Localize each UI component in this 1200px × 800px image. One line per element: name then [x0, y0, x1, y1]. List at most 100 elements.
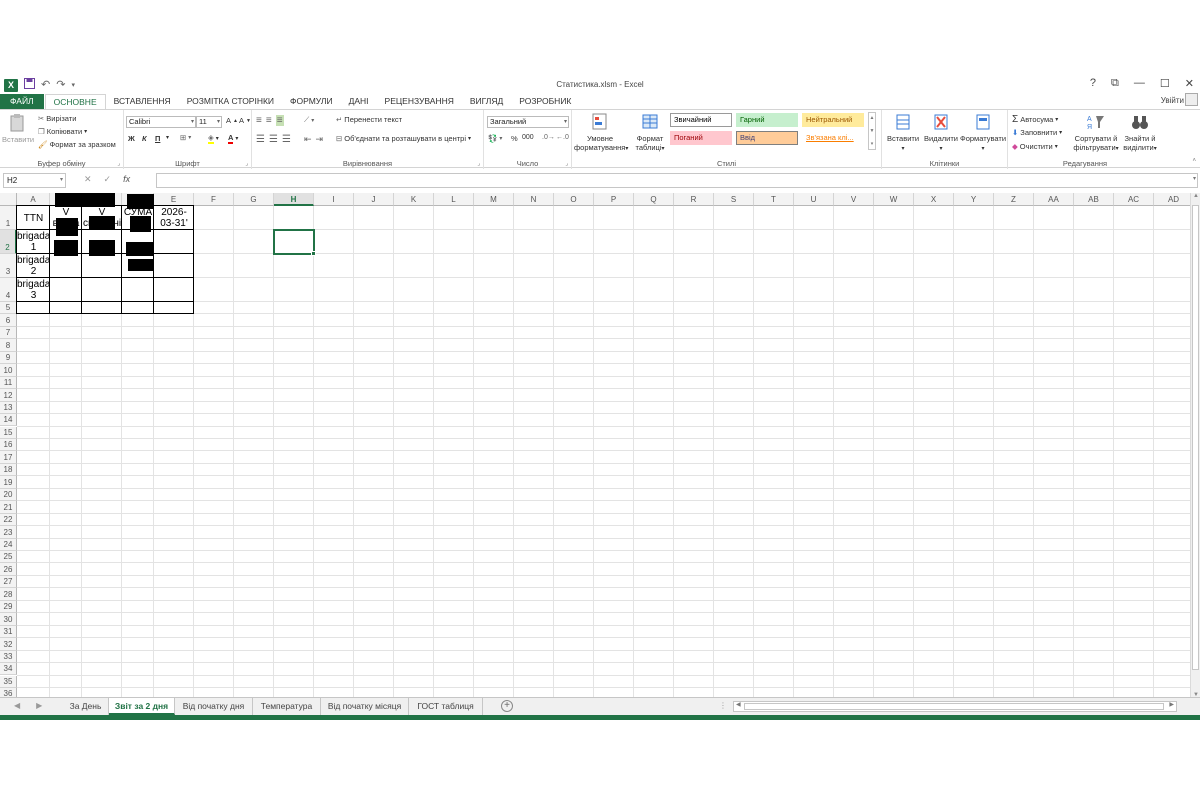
row-header[interactable]: 20: [0, 488, 17, 502]
tab-1[interactable]: ОСНОВНЕ: [44, 94, 106, 109]
row-header[interactable]: 32: [0, 638, 17, 651]
tab-0[interactable]: ФАЙЛ: [0, 94, 44, 109]
select-all-corner[interactable]: [0, 193, 17, 206]
column-header[interactable]: L: [434, 193, 474, 206]
column-header[interactable]: O: [554, 193, 594, 206]
comma-style-button[interactable]: 000: [522, 134, 534, 141]
tab-5[interactable]: ДАНІ: [341, 94, 377, 109]
fill-color-icon[interactable]: ◈ ▾: [208, 133, 219, 144]
borders-icon[interactable]: ⊞ ▾: [180, 133, 191, 142]
row-header[interactable]: 13: [0, 401, 17, 415]
row-header[interactable]: 11: [0, 376, 17, 390]
indent-buttons[interactable]: ⇤ ⇥: [304, 134, 323, 145]
cell-style-4[interactable]: Ввід: [736, 131, 798, 145]
cell-style-5[interactable]: Зв'язана клі...: [802, 131, 864, 145]
dialog-launcher-icon[interactable]: ⌟: [117, 160, 120, 167]
merge-center-button[interactable]: ⊟ Об'єднати та розташувати в центрі ▾: [336, 134, 471, 143]
tab-split-handle[interactable]: ⋮: [719, 701, 727, 710]
chevron-up-icon[interactable]: ▲: [870, 115, 875, 121]
row-header[interactable]: 15: [0, 426, 17, 439]
cell-style-1[interactable]: Гарний: [736, 113, 798, 127]
column-header[interactable]: I: [314, 193, 354, 206]
row-header[interactable]: 27: [0, 575, 17, 589]
row-header[interactable]: 14: [0, 414, 17, 427]
font-color-icon[interactable]: A ▾: [228, 133, 238, 144]
format-as-table-button[interactable]: Формат таблиці▾: [630, 112, 670, 154]
column-header[interactable]: E: [154, 193, 194, 206]
cut-button[interactable]: ✂ Вирізати: [38, 114, 76, 123]
column-header[interactable]: X: [914, 193, 954, 206]
row-header[interactable]: 35: [0, 675, 17, 688]
row-header[interactable]: 21: [0, 501, 17, 514]
styles-scroll[interactable]: ▲ ▼ ▾: [868, 112, 876, 150]
column-header[interactable]: F: [194, 193, 234, 206]
tab-3[interactable]: РОЗМІТКА СТОРІНКИ: [179, 94, 282, 109]
row-header[interactable]: 25: [0, 551, 17, 564]
scroll-up-icon[interactable]: ▲: [1191, 193, 1200, 199]
row-header[interactable]: 22: [0, 513, 17, 527]
cell-e1[interactable]: 2026-03-31': [154, 207, 194, 230]
row-header[interactable]: 8: [0, 339, 17, 352]
redo-icon[interactable]: ↷: [56, 79, 65, 92]
align-left-icon[interactable]: ☰: [256, 134, 265, 145]
font-size-combo[interactable]: 11 ▾: [196, 116, 222, 128]
find-select-button[interactable]: Знайти й виділити▾: [1120, 112, 1160, 154]
row-header[interactable]: 17: [0, 451, 17, 464]
tab-2[interactable]: ВСТАВЛЕННЯ: [106, 94, 179, 109]
column-header[interactable]: Q: [634, 193, 674, 206]
fill-handle[interactable]: [311, 251, 316, 256]
wrap-text-button[interactable]: ↵ Перенести текст: [336, 115, 402, 124]
increase-decimal-icon[interactable]: .0→: [542, 134, 555, 141]
horizontal-align-buttons[interactable]: ☰ ☰ ☰: [256, 134, 291, 145]
tab-8[interactable]: РОЗРОБНИК: [511, 94, 579, 109]
tab-4[interactable]: ФОРМУЛИ: [282, 94, 341, 109]
horizontal-scrollbar[interactable]: ◀ ▶: [733, 701, 1177, 712]
column-header[interactable]: K: [394, 193, 434, 206]
column-header[interactable]: R: [674, 193, 714, 206]
scroll-left-icon[interactable]: ◀: [736, 701, 741, 708]
decrease-decimal-icon[interactable]: ←.0: [556, 134, 569, 141]
spreadsheet-grid[interactable]: ABCDEFGHIJKLMNOPQRSTUVWXYZAAABACAD123456…: [0, 193, 1200, 702]
avatar[interactable]: [1185, 93, 1198, 106]
underline-button[interactable]: П: [155, 134, 160, 143]
column-header[interactable]: A: [17, 193, 50, 206]
column-header[interactable]: V: [834, 193, 874, 206]
row-header[interactable]: 30: [0, 613, 17, 626]
sheet-tab[interactable]: Звіт за 2 дня: [109, 698, 175, 715]
column-header[interactable]: W: [874, 193, 914, 206]
column-header[interactable]: J: [354, 193, 394, 206]
column-header[interactable]: N: [514, 193, 554, 206]
row-header[interactable]: 6: [0, 314, 17, 327]
dialog-launcher-icon[interactable]: ⌟: [245, 160, 248, 167]
sheet-tab[interactable]: Температура: [253, 698, 321, 715]
align-top-icon[interactable]: ≡: [256, 115, 262, 126]
maximize-icon[interactable]: ☐: [1160, 77, 1170, 90]
column-header[interactable]: M: [474, 193, 514, 206]
shrink-font-button[interactable]: A ▼: [239, 116, 251, 125]
help-icon[interactable]: ?: [1090, 77, 1096, 90]
row-header[interactable]: 12: [0, 389, 17, 402]
row-header[interactable]: 1: [0, 206, 17, 230]
selected-cell[interactable]: [273, 229, 315, 255]
next-sheet-icon[interactable]: ▶: [36, 701, 42, 710]
save-icon[interactable]: [24, 78, 35, 93]
vertical-scrollbar[interactable]: ▲ ▼: [1190, 193, 1200, 698]
cell-style-0[interactable]: Звичайний: [670, 113, 732, 127]
tab-7[interactable]: ВИГЛЯД: [462, 94, 511, 109]
add-sheet-button[interactable]: +: [501, 700, 513, 712]
column-header[interactable]: U: [794, 193, 834, 206]
sort-filter-button[interactable]: AЯ Сортувати й фільтрувати▾: [1072, 112, 1120, 154]
chevron-down-icon[interactable]: ▼: [870, 128, 875, 134]
decrease-indent-icon[interactable]: ⇤: [304, 134, 312, 145]
cell-a3[interactable]: brigada 2: [17, 255, 50, 278]
expand-formula-icon[interactable]: ▾: [1193, 175, 1196, 182]
row-header[interactable]: 4: [0, 278, 17, 302]
sheet-tab[interactable]: Від початку дня: [175, 698, 253, 715]
align-middle-icon[interactable]: ≡: [266, 115, 272, 126]
sheet-tab[interactable]: За День: [63, 698, 109, 715]
insert-function-icon[interactable]: fx: [123, 174, 130, 185]
delete-cells-button[interactable]: Видалити ▾: [922, 112, 960, 154]
row-header[interactable]: 26: [0, 563, 17, 576]
grow-font-button[interactable]: A ▲: [226, 116, 238, 125]
cell-style-3[interactable]: Поганий: [670, 131, 732, 145]
